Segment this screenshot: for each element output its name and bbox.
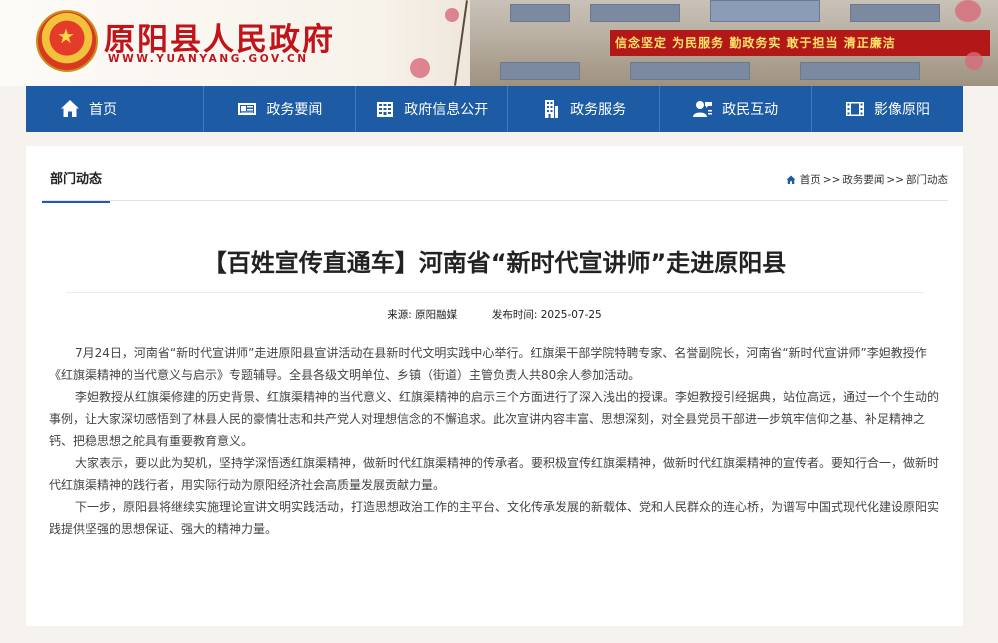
nav-item-gov-service[interactable]: 政务服务 (508, 86, 661, 132)
section-divider (42, 200, 948, 201)
nav-item-gov-info[interactable]: 政府信息公开 (356, 86, 509, 132)
film-icon (846, 102, 865, 116)
breadcrumb-home-link[interactable]: 首页 (800, 172, 821, 187)
nav-item-interaction[interactable]: 政民互动 (660, 86, 813, 132)
header-banner: 信念坚定 为民服务 勤政务实 敢于担当 清正廉洁 ★ 原阳县人民政府 WWW.Y… (0, 0, 998, 86)
site-url: WWW.YUANYANG.GOV.CN (108, 53, 309, 65)
article-paragraph: 大家表示，要以此为契机，坚持学深悟透红旗渠精神，做新时代红旗渠精神的传承者。要积… (49, 456, 940, 492)
article-body: 7月24日，河南省“新时代宣讲师”走进原阳县宣讲活动在县新时代文明实践中心举行。… (49, 342, 942, 540)
home-icon (786, 175, 796, 184)
breadcrumb: 首页 >> 政务要闻 >> 部门动态 (786, 172, 948, 187)
nav-item-label: 影像原阳 (874, 102, 931, 118)
breadcrumb-separator: >> (886, 173, 904, 186)
breadcrumb-dept-news-link[interactable]: 部门动态 (906, 172, 948, 187)
nav-item-label: 政民互动 (722, 102, 779, 118)
article-meta: 来源: 原阳融媒 发布时间: 2025-07-25 (26, 307, 963, 322)
article-paragraph: 李妲教授从红旗渠修建的历史背景、红旗渠精神的当代意义、红旗渠精神的启示三个方面进… (49, 390, 940, 448)
source-label: 来源: (387, 309, 412, 321)
building-info-icon (377, 102, 394, 117)
nav-item-label: 政务服务 (570, 102, 627, 118)
breadcrumb-news-link[interactable]: 政务要闻 (842, 172, 884, 187)
home-icon (61, 100, 79, 117)
source-value: 原阳融媒 (415, 309, 458, 321)
article-paragraph: 下一步，原阳县将继续实施理论宣讲文明实践活动，打造思想政治工作的主平台、文化传承… (49, 500, 940, 536)
article-paragraph: 7月24日，河南省“新时代宣讲师”走进原阳县宣讲活动在县新时代文明实践中心举行。… (49, 346, 927, 382)
breadcrumb-separator: >> (822, 173, 841, 186)
nav-item-home[interactable]: 首页 (26, 86, 205, 132)
news-icon (238, 103, 257, 115)
user-chat-icon (693, 101, 713, 117)
nav-item-label: 首页 (89, 102, 117, 118)
header-slogan: 信念坚定 为民服务 勤政务实 敢于担当 清正廉洁 (615, 36, 896, 50)
section-tab-dept-news[interactable]: 部门动态 (42, 168, 110, 203)
nav-item-news[interactable]: 政务要闻 (204, 86, 357, 132)
nav-item-label: 政务要闻 (266, 102, 323, 118)
national-emblem-icon: ★ (36, 10, 98, 72)
nav-item-video[interactable]: 影像原阳 (812, 86, 963, 132)
publish-date-value: 2025-07-25 (540, 309, 602, 321)
office-building-icon (545, 100, 559, 118)
nav-item-label: 政府信息公开 (404, 102, 489, 118)
title-divider (66, 292, 924, 293)
content-panel: 部门动态 首页 >> 政务要闻 >> 部门动态 【百姓宣传直通车】河南省“新时代… (26, 146, 963, 626)
publish-date-label: 发布时间: (491, 309, 538, 321)
main-nav: 首页 政务要闻 政府信息公开 政务服务 政民互动 影像原阳 (26, 86, 963, 132)
article-title: 【百姓宣传直通车】河南省“新时代宣讲师”走进原阳县 (202, 249, 787, 277)
